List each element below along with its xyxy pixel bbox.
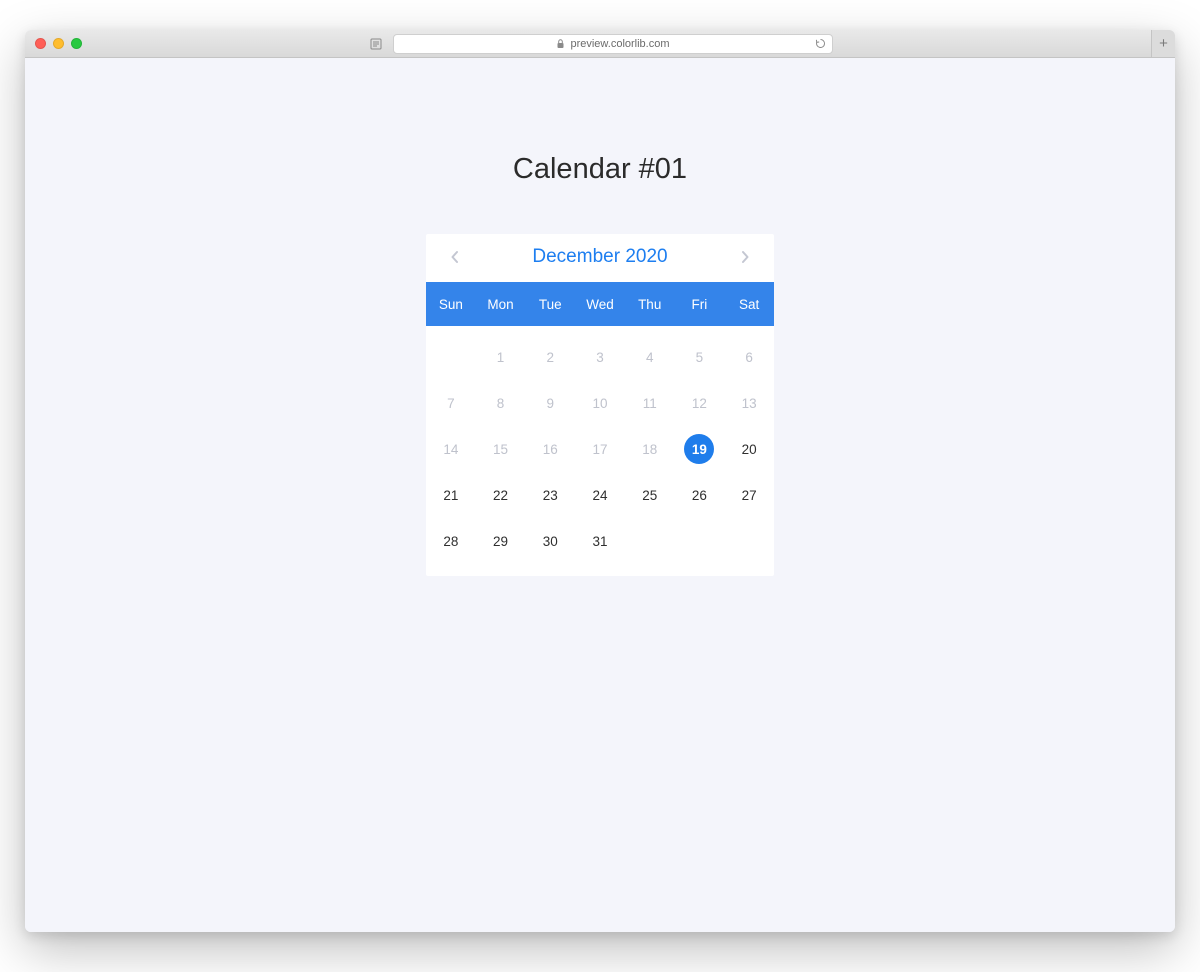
day-cell[interactable]: 11	[625, 380, 675, 426]
day-cell[interactable]: 19	[675, 426, 725, 472]
day-number: 23	[535, 480, 565, 510]
day-number: 7	[436, 388, 466, 418]
weekday-header: Fri	[675, 282, 725, 326]
day-cell	[426, 334, 476, 380]
day-number: 11	[635, 388, 665, 418]
weekday-header: Sat	[724, 282, 774, 326]
day-number: 27	[734, 480, 764, 510]
weekday-header: Tue	[525, 282, 575, 326]
day-cell[interactable]: 24	[575, 472, 625, 518]
day-number: 14	[436, 434, 466, 464]
day-number: 29	[486, 526, 516, 556]
title-bar: preview.colorlib.com +	[25, 30, 1175, 58]
day-number: 1	[486, 342, 516, 372]
day-number: 3	[585, 342, 615, 372]
day-cell[interactable]: 7	[426, 380, 476, 426]
day-cell[interactable]: 22	[476, 472, 526, 518]
day-number: 18	[635, 434, 665, 464]
day-number: 4	[635, 342, 665, 372]
day-number: 20	[734, 434, 764, 464]
day-cell[interactable]: 21	[426, 472, 476, 518]
day-cell[interactable]: 9	[525, 380, 575, 426]
day-number: 22	[486, 480, 516, 510]
calendar-header: December 2020	[426, 234, 774, 282]
days-grid: 1234567891011121314151617181920212223242…	[426, 326, 774, 576]
month-label[interactable]: December 2020	[532, 246, 667, 268]
day-cell[interactable]: 10	[575, 380, 625, 426]
day-number: 8	[486, 388, 516, 418]
weekday-header: Wed	[575, 282, 625, 326]
day-number: 25	[635, 480, 665, 510]
day-number	[436, 342, 466, 372]
day-number: 17	[585, 434, 615, 464]
day-number: 30	[535, 526, 565, 556]
day-number: 24	[585, 480, 615, 510]
day-cell[interactable]: 20	[724, 426, 774, 472]
day-cell[interactable]: 15	[476, 426, 526, 472]
day-number: 31	[585, 526, 615, 556]
browser-window: preview.colorlib.com + Calendar #01 Dece…	[25, 30, 1175, 932]
day-cell[interactable]: 23	[525, 472, 575, 518]
day-cell[interactable]: 31	[575, 518, 625, 564]
reader-mode-button[interactable]	[367, 35, 385, 53]
next-month-button[interactable]	[738, 249, 754, 265]
day-cell[interactable]: 1	[476, 334, 526, 380]
address-area: preview.colorlib.com	[367, 34, 833, 54]
url-host: preview.colorlib.com	[570, 38, 669, 50]
weekday-header: Thu	[625, 282, 675, 326]
day-cell[interactable]: 2	[525, 334, 575, 380]
day-cell[interactable]: 3	[575, 334, 625, 380]
day-cell[interactable]: 12	[675, 380, 725, 426]
day-number: 10	[585, 388, 615, 418]
window-controls	[35, 38, 82, 49]
day-cell[interactable]: 18	[625, 426, 675, 472]
day-cell[interactable]: 30	[525, 518, 575, 564]
chevron-right-icon	[741, 250, 750, 264]
page-content: Calendar #01 December 2020 Sun Mon Tue W…	[25, 58, 1175, 932]
day-cell[interactable]: 8	[476, 380, 526, 426]
calendar-widget: December 2020 Sun Mon Tue Wed Thu Fri Sa…	[426, 234, 774, 576]
day-cell[interactable]: 27	[724, 472, 774, 518]
day-cell[interactable]: 25	[625, 472, 675, 518]
day-number: 2	[535, 342, 565, 372]
address-bar[interactable]: preview.colorlib.com	[393, 34, 833, 54]
reload-icon[interactable]	[815, 38, 826, 49]
weekday-header-row: Sun Mon Tue Wed Thu Fri Sat	[426, 282, 774, 326]
day-cell[interactable]: 28	[426, 518, 476, 564]
prev-month-button[interactable]	[446, 249, 462, 265]
day-cell[interactable]: 13	[724, 380, 774, 426]
day-cell[interactable]: 26	[675, 472, 725, 518]
new-tab-button[interactable]: +	[1151, 30, 1175, 57]
day-cell[interactable]: 29	[476, 518, 526, 564]
day-cell[interactable]: 14	[426, 426, 476, 472]
day-cell[interactable]: 6	[724, 334, 774, 380]
day-number: 6	[734, 342, 764, 372]
maximize-window-button[interactable]	[71, 38, 82, 49]
day-number: 5	[684, 342, 714, 372]
day-number: 28	[436, 526, 466, 556]
day-cell[interactable]: 5	[675, 334, 725, 380]
day-cell[interactable]: 4	[625, 334, 675, 380]
day-cell[interactable]: 17	[575, 426, 625, 472]
day-number: 15	[486, 434, 516, 464]
page-title: Calendar #01	[513, 153, 687, 186]
day-number: 12	[684, 388, 714, 418]
day-number: 21	[436, 480, 466, 510]
day-number: 13	[734, 388, 764, 418]
day-number: 9	[535, 388, 565, 418]
weekday-header: Sun	[426, 282, 476, 326]
day-number: 26	[684, 480, 714, 510]
day-number: 19	[684, 434, 714, 464]
lock-icon	[556, 39, 565, 49]
day-cell[interactable]: 16	[525, 426, 575, 472]
close-window-button[interactable]	[35, 38, 46, 49]
chevron-left-icon	[450, 250, 459, 264]
weekday-header: Mon	[476, 282, 526, 326]
minimize-window-button[interactable]	[53, 38, 64, 49]
day-number: 16	[535, 434, 565, 464]
